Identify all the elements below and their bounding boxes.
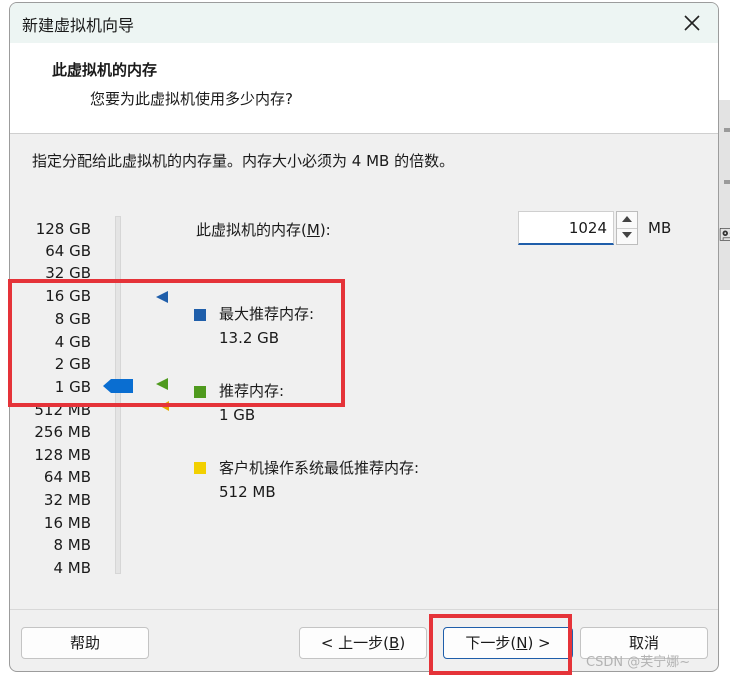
page-title: 此虚拟机的内存 bbox=[52, 61, 158, 79]
wizard-header: 此虚拟机的内存 您要为此虚拟机使用多少内存? bbox=[10, 43, 718, 134]
guest-min-swatch bbox=[194, 462, 206, 474]
background-window-edge: 🖭 bbox=[718, 100, 730, 290]
recommended-value: 1 GB bbox=[219, 406, 256, 424]
memory-spinner bbox=[616, 211, 638, 245]
memory-input[interactable] bbox=[518, 211, 614, 245]
scale-label: 8 MB bbox=[53, 536, 91, 554]
help-button[interactable]: 帮助 bbox=[21, 627, 149, 659]
watermark: CSDN @芙宁娜~ bbox=[586, 655, 691, 670]
scale-label: 16 MB bbox=[43, 514, 91, 532]
title-bar: 新建虚拟机向导 bbox=[10, 3, 718, 43]
close-button[interactable] bbox=[680, 11, 704, 35]
background-mark bbox=[724, 128, 730, 132]
scale-label: 128 MB bbox=[34, 446, 91, 464]
scale-label: 4 MB bbox=[53, 559, 91, 577]
background-glyph: 🖭 bbox=[719, 225, 730, 244]
background-mark bbox=[724, 180, 730, 184]
memory-unit: MB bbox=[648, 219, 672, 237]
close-icon bbox=[684, 15, 700, 31]
instruction-text: 指定分配给此虚拟机的内存量。内存大小必须为 4 MB 的倍数。 bbox=[32, 152, 455, 170]
annotation-highlight-next bbox=[429, 614, 572, 675]
chevron-up-icon bbox=[622, 216, 632, 222]
annotation-highlight-scale bbox=[8, 279, 345, 407]
scale-label: 256 MB bbox=[34, 423, 91, 441]
scale-label: 64 GB bbox=[45, 242, 91, 260]
memory-label: 此虚拟机的内存(M): bbox=[196, 221, 331, 239]
window-title: 新建虚拟机向导 bbox=[22, 16, 135, 35]
scale-label: 128 GB bbox=[35, 220, 91, 238]
spin-down-button[interactable] bbox=[617, 228, 637, 244]
footer-divider bbox=[10, 609, 718, 610]
spin-up-button[interactable] bbox=[617, 212, 637, 229]
guest-min-label: 客户机操作系统最低推荐内存: bbox=[219, 459, 420, 477]
back-button[interactable]: < 上一步(B) bbox=[299, 627, 427, 659]
page-subtitle: 您要为此虚拟机使用多少内存? bbox=[90, 90, 293, 108]
scale-label: 64 MB bbox=[43, 468, 91, 486]
chevron-down-icon bbox=[622, 232, 632, 238]
guest-min-value: 512 MB bbox=[219, 483, 276, 501]
scale-label: 32 MB bbox=[43, 491, 91, 509]
